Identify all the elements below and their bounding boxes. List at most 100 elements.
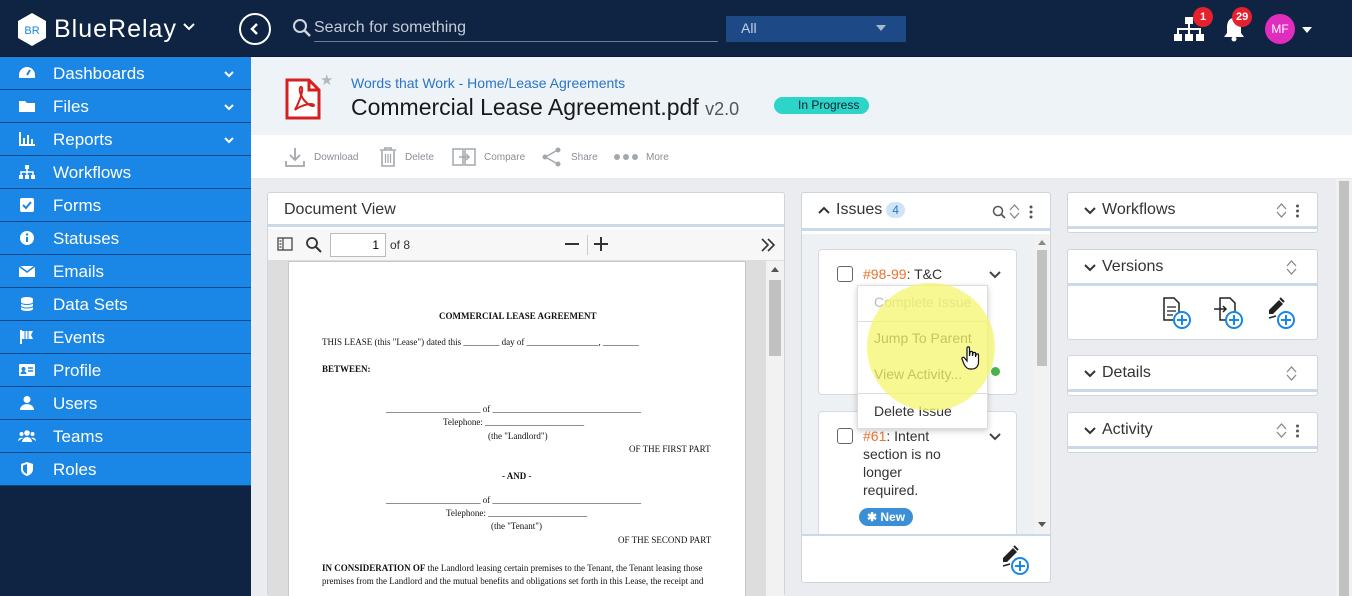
widget-header[interactable]: Activity: [1068, 413, 1317, 449]
pdf-heading: COMMERCIAL LEASE AGREEMENT: [439, 311, 597, 321]
sidebar-toggle-icon[interactable]: [277, 237, 293, 251]
delete-button[interactable]: Delete: [379, 143, 434, 171]
add-dot-icon[interactable]: [991, 367, 1000, 376]
zoom-in-icon[interactable]: [594, 237, 608, 251]
pdf-bold-text: IN CONSIDERATION OF: [322, 563, 426, 573]
menu-divider: [858, 321, 989, 322]
sidebar-item-dashboards[interactable]: Dashboards: [0, 57, 251, 90]
folder-icon: [18, 98, 36, 114]
widget-header[interactable]: Workflows: [1068, 193, 1317, 229]
chevron-down-icon[interactable]: [1084, 369, 1096, 378]
caret-down-icon[interactable]: [1302, 27, 1312, 33]
scroll-thumb[interactable]: [769, 280, 781, 356]
hand-cursor-icon: [961, 346, 980, 370]
issue-checkbox[interactable]: [837, 428, 853, 444]
download-button[interactable]: Download: [284, 143, 358, 171]
issue-description: section is no: [863, 446, 941, 462]
more-button[interactable]: More: [614, 143, 669, 171]
pdf-text: the Landlord leasing certain premises to…: [425, 563, 703, 573]
chevron-down-icon[interactable]: [182, 20, 196, 34]
menu-item-jump-to-parent[interactable]: Jump To Parent: [874, 330, 972, 346]
scroll-thumb[interactable]: [1037, 250, 1047, 366]
sidebar-item-events[interactable]: Events: [0, 321, 251, 354]
chevron-down-icon[interactable]: [1084, 426, 1096, 435]
menu-item-view-activity[interactable]: View Activity...: [874, 366, 962, 382]
issue-card[interactable]: #61: Intent section is no longer require…: [818, 411, 1017, 534]
kebab-menu-icon[interactable]: [1296, 424, 1299, 438]
add-issue-icon[interactable]: [1001, 544, 1031, 576]
scroll-thumb[interactable]: [1339, 181, 1349, 596]
chevron-up-icon[interactable]: [818, 205, 830, 215]
favorite-star-icon[interactable]: ★: [320, 71, 333, 89]
import-version-icon[interactable]: [1214, 296, 1244, 330]
avatar[interactable]: MF: [1265, 14, 1295, 44]
sidebar-item-forms[interactable]: Forms: [0, 189, 251, 222]
widget-title: Versions: [1102, 258, 1164, 275]
menu-item-delete-issue[interactable]: Delete Issue: [874, 403, 952, 419]
add-file-version-icon[interactable]: [1162, 296, 1192, 330]
scroll-up-icon[interactable]: [1038, 240, 1046, 245]
chevron-down-icon[interactable]: [989, 432, 1001, 441]
sidebar-item-roles[interactable]: Roles: [0, 453, 251, 486]
sidebar-item-users[interactable]: Users: [0, 387, 251, 420]
sidebar-item-workflows[interactable]: Workflows: [0, 156, 251, 189]
sort-icon[interactable]: [1286, 366, 1297, 381]
status-badge[interactable]: In Progress: [774, 97, 870, 114]
sidebar-item-files[interactable]: Files: [0, 90, 251, 123]
issue-number[interactable]: #61: [863, 428, 886, 444]
sidebar-item-data-sets[interactable]: Data Sets: [0, 288, 251, 321]
sort-icon[interactable]: [1286, 260, 1297, 275]
pdf-scrollbar[interactable]: [766, 261, 784, 596]
page-number-input[interactable]: [330, 233, 386, 257]
breadcrumb[interactable]: Words that Work - Home/Lease Agreements: [351, 75, 625, 91]
issue-number[interactable]: #98-99: [863, 266, 907, 282]
sidebar-item-emails[interactable]: Emails: [0, 255, 251, 288]
sidebar-item-statuses[interactable]: Statuses: [0, 222, 251, 255]
new-badge-label: New: [880, 510, 906, 524]
top-bar: BR BlueRelay All 1 29 MF: [0, 0, 1352, 57]
pdf-viewer[interactable]: COMMERCIAL LEASE AGREEMENT THIS LEASE (t…: [268, 261, 784, 596]
document-toolbar: Download Delete Compare Share More: [251, 135, 1352, 179]
trash-icon: [380, 147, 396, 167]
document-title: Commercial Lease Agreement.pdf: [351, 94, 699, 120]
search-scope-select[interactable]: All: [726, 16, 906, 42]
search-input[interactable]: [314, 14, 718, 42]
share-button[interactable]: Share: [541, 143, 598, 171]
brand-name[interactable]: BlueRelay: [54, 15, 177, 44]
back-button[interactable]: [239, 13, 271, 45]
double-chevron-right-icon[interactable]: [761, 238, 775, 252]
search-icon[interactable]: [305, 236, 322, 253]
sidebar-item-label: Files: [53, 97, 89, 116]
chevron-down-icon[interactable]: [989, 270, 1001, 279]
kebab-menu-icon[interactable]: [1296, 204, 1299, 218]
scroll-down-icon[interactable]: [1038, 522, 1046, 527]
sidebar-item-profile[interactable]: Profile: [0, 354, 251, 387]
issue-text: #98-99: T&C: [863, 266, 942, 282]
widget-header[interactable]: Versions: [1068, 250, 1317, 286]
kebab-menu-icon[interactable]: [1029, 205, 1033, 219]
sidebar-item-reports[interactable]: Reports: [0, 123, 251, 156]
pdf-line: _____________________ of _______________…: [386, 495, 641, 505]
svg-text:BR: BR: [24, 25, 39, 37]
users-icon: [18, 428, 36, 444]
compare-button[interactable]: Compare: [452, 143, 525, 171]
issue-checkbox[interactable]: [837, 266, 853, 282]
zoom-out-icon[interactable]: [565, 243, 579, 246]
edit-version-icon[interactable]: [1267, 296, 1297, 330]
search-icon[interactable]: [992, 205, 1006, 219]
sort-icon[interactable]: [1276, 423, 1287, 438]
scroll-up-icon[interactable]: [771, 267, 779, 272]
chevron-down-icon[interactable]: [1084, 263, 1096, 272]
widget-header[interactable]: Details: [1068, 356, 1317, 392]
sort-icon[interactable]: [1009, 204, 1020, 219]
issues-scrollbar[interactable]: [1034, 234, 1050, 534]
sidebar-item-teams[interactable]: Teams: [0, 420, 251, 453]
chevron-down-icon[interactable]: [1084, 206, 1096, 215]
compare-label: Compare: [484, 151, 526, 163]
menu-item-complete-issue[interactable]: Complete Issue: [874, 294, 971, 310]
sort-icon[interactable]: [1276, 203, 1287, 218]
page-scrollbar[interactable]: [1336, 179, 1352, 596]
pdf-toolbar: of 8: [268, 229, 784, 261]
bluerelay-logo-icon[interactable]: BR: [16, 12, 48, 47]
user-icon: [18, 395, 36, 411]
